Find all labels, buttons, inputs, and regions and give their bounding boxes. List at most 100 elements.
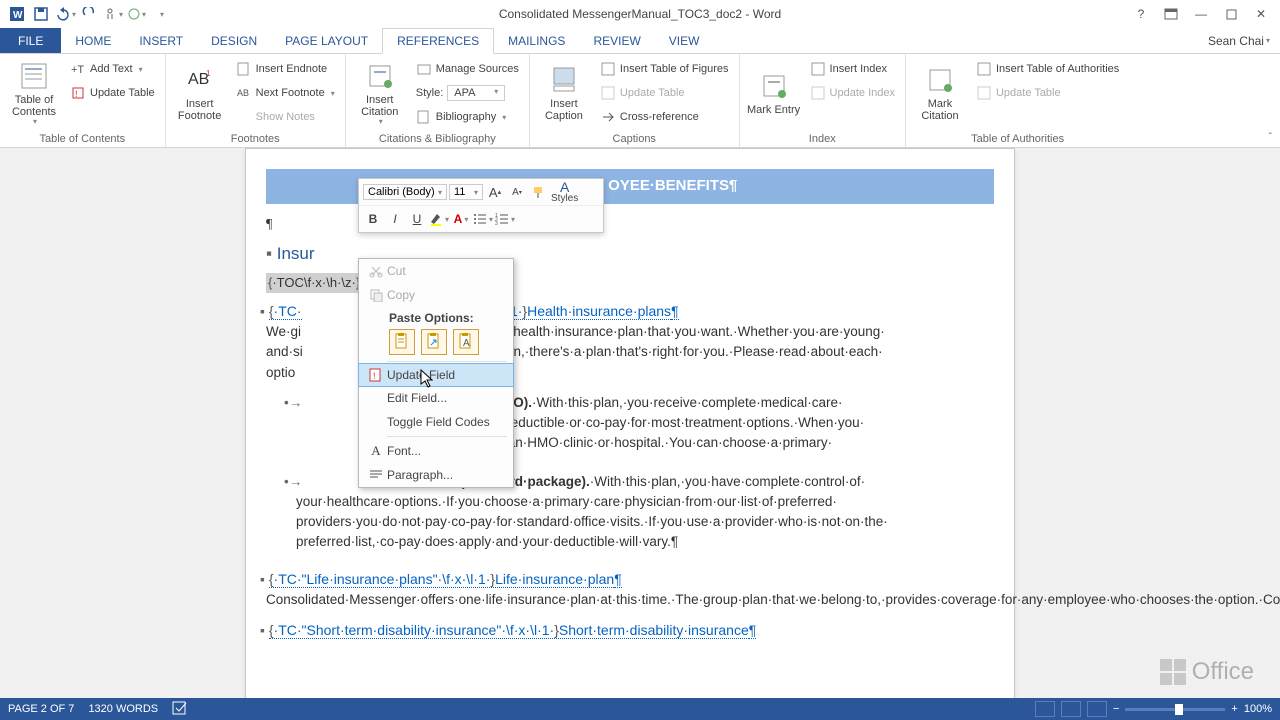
document-area: XXXXXXXXXXXXXXXXXXXXXXXXXXXXXXXXXOYEE·BE… <box>0 148 1280 698</box>
qat-circle-icon[interactable]: ▾ <box>126 3 148 25</box>
mark-citation-button[interactable]: Mark Citation <box>912 58 968 128</box>
numbering-icon[interactable]: 123▾ <box>495 209 515 229</box>
shrink-font-icon[interactable]: A▾ <box>507 182 527 202</box>
next-footnote-button[interactable]: ABNext Footnote▾ <box>232 82 339 104</box>
insert-caption-button[interactable]: Insert Caption <box>536 58 592 128</box>
undo-icon[interactable]: ▾ <box>54 3 76 25</box>
office-watermark: Office <box>1160 658 1254 686</box>
group-toc-label: Table of Contents <box>6 131 159 145</box>
grow-font-icon[interactable]: A▴ <box>485 182 505 202</box>
user-name[interactable]: Sean Chai ▾ <box>1198 28 1280 53</box>
maximize-icon[interactable] <box>1220 3 1242 25</box>
update-index-button[interactable]: Update Index <box>806 82 899 104</box>
update-toa-button[interactable]: Update Table <box>972 82 1123 104</box>
bold-icon[interactable]: B <box>363 209 383 229</box>
paste-merge-icon[interactable] <box>421 329 447 355</box>
group-captions-label: Captions <box>536 131 733 145</box>
update-table-figures-button[interactable]: Update Table <box>596 82 733 104</box>
minimize-icon[interactable]: — <box>1190 3 1212 25</box>
tab-references[interactable]: REFERENCES <box>382 28 494 54</box>
menu-paragraph[interactable]: Paragraph... <box>359 463 513 487</box>
collapse-ribbon-icon[interactable]: ˆ <box>1269 132 1272 143</box>
mini-size-select[interactable]: 11▾ <box>449 184 483 200</box>
citation-style-select[interactable]: Style: APA▾ <box>412 82 523 104</box>
title-bar: W ▾ ▾ ▾ ▾ Consolidated MessengerManual_T… <box>0 0 1280 28</box>
ribbon-tabs: FILE HOME INSERT DESIGN PAGE LAYOUT REFE… <box>0 28 1280 54</box>
paste-options: A <box>359 327 513 359</box>
redo-icon[interactable] <box>78 3 100 25</box>
close-icon[interactable]: ✕ <box>1250 3 1272 25</box>
highlight-icon[interactable]: ▾ <box>429 209 449 229</box>
mini-font-select[interactable]: Calibri (Body)▾ <box>363 184 447 200</box>
tab-page-layout[interactable]: PAGE LAYOUT <box>271 28 382 53</box>
show-notes-button[interactable]: Show Notes <box>232 106 339 128</box>
word-icon[interactable]: W <box>6 3 28 25</box>
svg-text:3: 3 <box>495 221 498 225</box>
cross-reference-button[interactable]: Cross-reference <box>596 106 733 128</box>
group-citations-label: Citations & Bibliography <box>352 131 523 145</box>
group-index-label: Index <box>746 131 899 145</box>
help-icon[interactable]: ? <box>1130 3 1152 25</box>
paste-text-only-icon[interactable]: A <box>453 329 479 355</box>
ribbon-display-icon[interactable] <box>1160 3 1182 25</box>
font-color-icon[interactable]: A▾ <box>451 209 471 229</box>
insert-table-of-figures-button[interactable]: Insert Table of Figures <box>596 58 733 80</box>
tab-view[interactable]: VIEW <box>655 28 714 53</box>
svg-text:A: A <box>463 338 470 349</box>
status-proofing-icon[interactable] <box>172 701 188 718</box>
tab-file[interactable]: FILE <box>0 28 61 53</box>
view-print-layout-icon[interactable] <box>1035 701 1055 717</box>
qat-customize-icon[interactable]: ▾ <box>150 3 172 25</box>
table-of-contents-button[interactable]: Table of Contents▾ <box>6 58 62 128</box>
insert-toa-button[interactable]: Insert Table of Authorities <box>972 58 1123 80</box>
underline-icon[interactable]: U <box>407 209 427 229</box>
menu-copy[interactable]: Copy <box>359 283 513 307</box>
quick-access-toolbar: W ▾ ▾ ▾ ▾ <box>0 3 172 25</box>
view-read-mode-icon[interactable] <box>1061 701 1081 717</box>
status-words[interactable]: 1320 WORDS <box>88 703 158 715</box>
menu-cut[interactable]: Cut <box>359 259 513 283</box>
menu-toggle-field-codes[interactable]: Toggle Field Codes <box>359 410 513 434</box>
group-toa-label: Table of Authorities <box>912 131 1123 145</box>
view-web-layout-icon[interactable] <box>1087 701 1107 717</box>
tab-home[interactable]: HOME <box>61 28 125 53</box>
paste-keep-source-icon[interactable] <box>389 329 415 355</box>
update-table-button[interactable]: !Update Table <box>66 82 159 104</box>
ribbon: Table of Contents▾ +TAdd Text▾ !Update T… <box>0 54 1280 148</box>
insert-endnote-button[interactable]: Insert Endnote <box>232 58 339 80</box>
format-painter-icon[interactable] <box>529 182 549 202</box>
zoom-slider[interactable] <box>1125 708 1225 711</box>
touch-mode-icon[interactable]: ▾ <box>102 3 124 25</box>
mark-entry-button[interactable]: Mark Entry <box>746 58 802 128</box>
menu-font[interactable]: AFont... <box>359 439 513 463</box>
insert-citation-button[interactable]: Insert Citation▾ <box>352 58 408 128</box>
manage-sources-button[interactable]: Manage Sources <box>412 58 523 80</box>
svg-text:1: 1 <box>206 69 211 78</box>
save-icon[interactable] <box>30 3 52 25</box>
svg-text:W: W <box>13 10 23 21</box>
menu-edit-field[interactable]: Edit Field... <box>359 386 513 410</box>
status-page[interactable]: PAGE 2 OF 7 <box>8 703 74 715</box>
add-text-button[interactable]: +TAdd Text▾ <box>66 58 159 80</box>
bibliography-button[interactable]: Bibliography▾ <box>412 106 523 128</box>
svg-text:!: ! <box>373 371 376 381</box>
menu-update-field[interactable]: !Update Field <box>358 363 514 387</box>
tab-review[interactable]: REVIEW <box>579 28 654 53</box>
bullets-icon[interactable]: ▾ <box>473 209 493 229</box>
zoom-level[interactable]: 100% <box>1244 703 1272 715</box>
svg-text:+T: +T <box>71 64 84 76</box>
tab-mailings[interactable]: MAILINGS <box>494 28 579 53</box>
italic-icon[interactable]: I <box>385 209 405 229</box>
mini-styles-button[interactable]: AStyles <box>551 182 578 202</box>
svg-text:AB: AB <box>237 88 249 98</box>
insert-index-button[interactable]: Insert Index <box>806 58 899 80</box>
tab-insert[interactable]: INSERT <box>125 28 197 53</box>
insert-footnote-button[interactable]: AB1 Insert Footnote <box>172 58 228 128</box>
tab-design[interactable]: DESIGN <box>197 28 271 53</box>
svg-text:!: ! <box>75 89 78 99</box>
life-paragraph: Consolidated·Messenger·offers·one·life·i… <box>266 590 994 610</box>
status-bar: PAGE 2 OF 7 1320 WORDS − + 100% <box>0 698 1280 720</box>
zoom-out-icon[interactable]: − <box>1113 703 1119 715</box>
life-heading-line: ▪ {·TC·"Life·insurance·plans"·\f·x·\l·1·… <box>260 569 994 590</box>
zoom-in-icon[interactable]: + <box>1231 703 1237 715</box>
